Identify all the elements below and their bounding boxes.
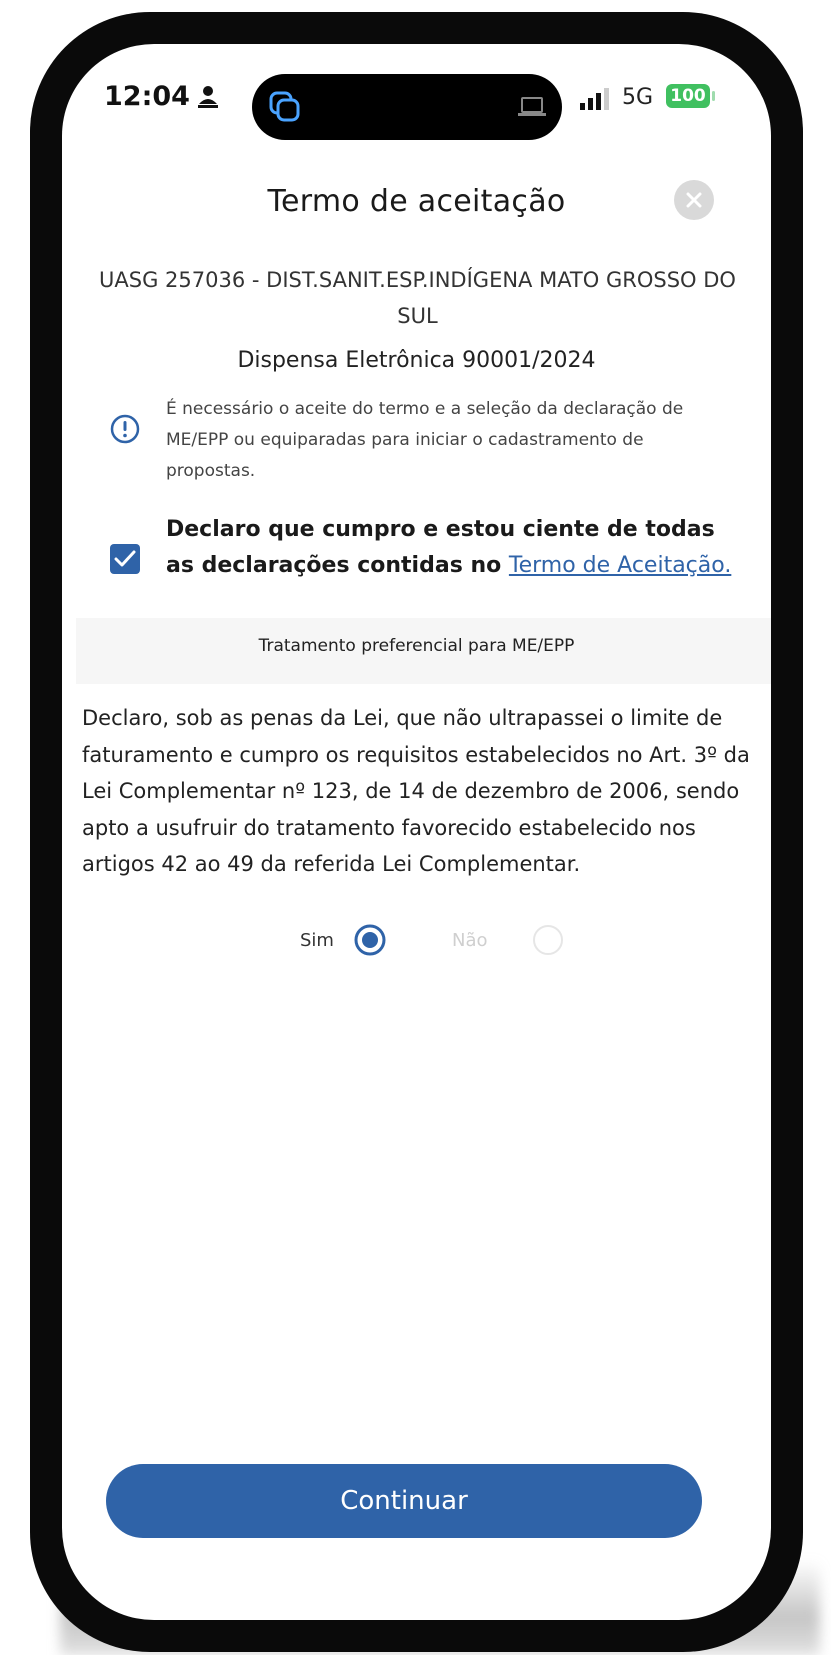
battery-nub [712, 91, 715, 101]
status-bar: 12:04 5G 100 [62, 44, 771, 154]
continue-button[interactable]: Continuar [106, 1464, 702, 1538]
me-epp-radio-group: Sim Não [62, 920, 771, 964]
radio-yes[interactable] [354, 924, 386, 956]
uasg-text: UASG 257036 - DIST.SANIT.ESP.INDÍGENA MA… [99, 268, 736, 328]
stage: 12:04 5G 100 Termo de aceitação UASG 257… [0, 0, 831, 1655]
radio-no-label: Não [452, 930, 488, 951]
section-title: Tratamento preferencial para ME/EPP [258, 636, 575, 656]
modal-title: Termo de aceitação [267, 184, 566, 219]
close-button[interactable] [674, 180, 714, 220]
declaration-body: Declaro, sob as penas da Lei, que não ul… [82, 706, 750, 876]
dynamic-island [252, 74, 562, 140]
accept-terms-checkbox[interactable] [110, 544, 140, 574]
info-icon [110, 414, 140, 444]
overlapping-cards-icon [269, 91, 300, 122]
terms-link[interactable]: Termo de Aceitação. [509, 553, 731, 578]
radio-no[interactable] [532, 924, 564, 956]
network-type: 5G [622, 85, 654, 110]
close-icon [686, 192, 702, 208]
radio-yes-label: Sim [300, 930, 334, 951]
phone-screen: 12:04 5G 100 Termo de aceitação UASG 257… [62, 44, 771, 1620]
status-time: 12:04 [104, 81, 190, 112]
info-message: É necessário o aceite do termo e a seleç… [166, 399, 684, 481]
person-icon [198, 86, 218, 108]
battery-indicator: 100 [666, 84, 710, 108]
accept-terms-label: Declaro que cumpro e estou ciente de tod… [166, 512, 746, 584]
signal-bars-icon [580, 88, 609, 110]
laptop-icon [518, 97, 546, 116]
checkmark-icon [114, 550, 136, 567]
dispensa-text: Dispensa Eletrônica 90001/2024 [237, 348, 596, 373]
phone-frame: 12:04 5G 100 Termo de aceitação UASG 257… [30, 12, 803, 1652]
